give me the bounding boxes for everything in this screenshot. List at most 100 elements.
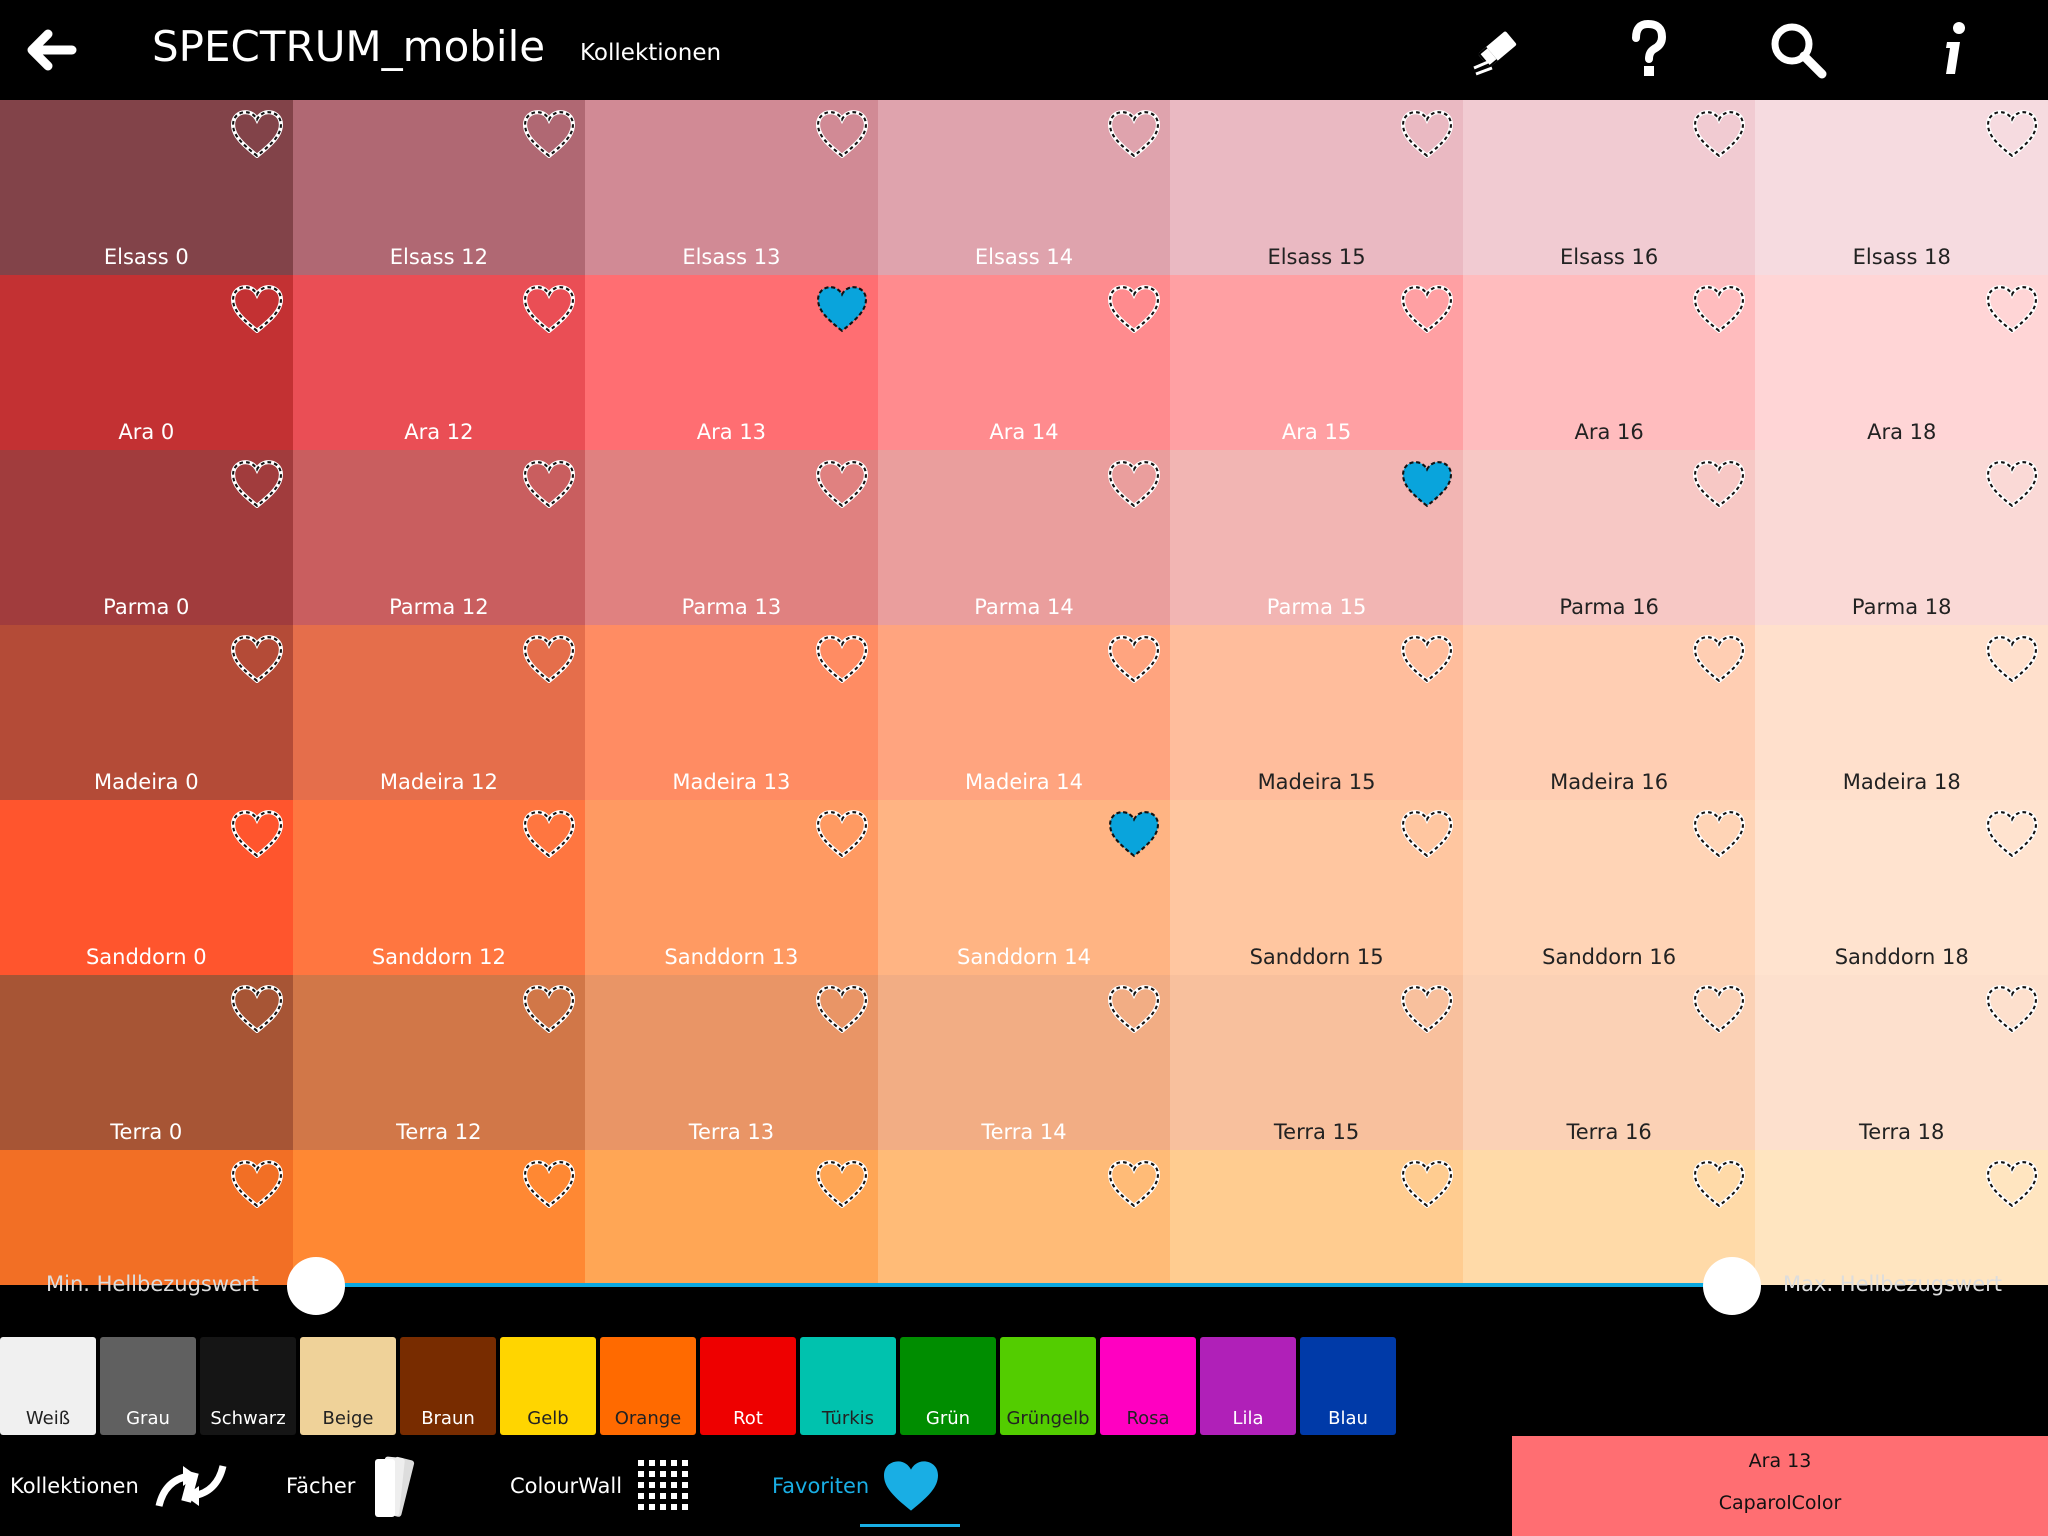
color-swatch[interactable]: Terra 16 [1462, 975, 1756, 1150]
slider-min-handle[interactable] [287, 1257, 345, 1315]
favorite-heart-outline-icon[interactable] [230, 635, 283, 683]
color-family-braun[interactable]: Braun [400, 1337, 496, 1435]
color-swatch[interactable]: Sanddorn 0 [0, 800, 293, 975]
favorite-heart-outline-icon[interactable] [523, 635, 576, 683]
favorite-heart-outline-icon[interactable] [1986, 460, 2038, 508]
color-swatch[interactable]: Elsass 16 [1462, 100, 1756, 275]
favorite-heart-outline-icon[interactable] [1693, 285, 1746, 333]
search-icon[interactable] [1766, 18, 1830, 82]
favorite-heart-outline-icon[interactable] [1693, 460, 1746, 508]
color-swatch[interactable]: Ara 15 [1170, 275, 1463, 450]
color-swatch[interactable]: Parma 18 [1755, 450, 2048, 625]
favorite-heart-outline-icon[interactable] [1693, 110, 1746, 158]
selected-color-panel[interactable]: Ara 13 CaparolColor [1512, 1436, 2048, 1536]
back-arrow-icon[interactable] [20, 20, 80, 80]
color-swatch[interactable]: Terra 0 [0, 975, 293, 1150]
color-swatch[interactable]: Sanddorn 15 [1170, 800, 1463, 975]
color-family-rot[interactable]: Rot [700, 1337, 796, 1435]
info-icon[interactable] [1922, 18, 1986, 82]
nav-kollektionen[interactable]: Kollektionen [10, 1436, 231, 1536]
help-icon[interactable] [1616, 18, 1680, 82]
color-swatch[interactable]: Terra 13 [585, 975, 878, 1150]
favorite-heart-outline-icon[interactable] [523, 460, 576, 508]
color-swatch[interactable]: Terra 12 [292, 975, 586, 1150]
color-swatch[interactable]: Ara 18 [1755, 275, 2048, 450]
slider-max-handle[interactable] [1703, 1257, 1761, 1315]
color-swatch[interactable]: Elsass 12 [292, 100, 586, 275]
favorite-heart-outline-icon[interactable] [1108, 1160, 1161, 1208]
color-swatch[interactable]: Madeira 16 [1462, 625, 1756, 800]
favorite-heart-outline-icon[interactable] [815, 985, 868, 1033]
favorite-heart-outline-icon[interactable] [1108, 985, 1161, 1033]
nav-colourwall[interactable]: ColourWall [510, 1436, 694, 1536]
nav-favoriten[interactable]: Favoriten [772, 1436, 941, 1536]
color-family-beige[interactable]: Beige [300, 1337, 396, 1435]
favorite-heart-outline-icon[interactable] [1693, 635, 1746, 683]
collections-link[interactable]: Kollektionen [580, 40, 721, 66]
color-family-gelb[interactable]: Gelb [500, 1337, 596, 1435]
color-swatch[interactable]: Sanddorn 13 [585, 800, 878, 975]
favorite-heart-outline-icon[interactable] [1400, 810, 1453, 858]
favorite-heart-filled-icon[interactable] [1108, 810, 1160, 858]
color-family-gr-ngelb[interactable]: Grüngelb [1000, 1337, 1096, 1435]
favorite-heart-outline-icon[interactable] [1108, 460, 1161, 508]
favorite-heart-outline-icon[interactable] [815, 110, 868, 158]
color-swatch[interactable]: Parma 13 [585, 450, 878, 625]
color-family-orange[interactable]: Orange [600, 1337, 696, 1435]
favorite-heart-outline-icon[interactable] [230, 110, 283, 158]
color-swatch[interactable]: Parma 16 [1462, 450, 1756, 625]
favorite-heart-outline-icon[interactable] [815, 1160, 868, 1208]
favorite-heart-outline-icon[interactable] [1400, 985, 1453, 1033]
color-swatch[interactable]: Terra 15 [1170, 975, 1463, 1150]
favorite-heart-outline-icon[interactable] [523, 285, 576, 333]
color-swatch[interactable]: Parma 0 [0, 450, 293, 625]
color-family-t-rkis[interactable]: Türkis [800, 1337, 896, 1435]
favorite-heart-outline-icon[interactable] [230, 1160, 283, 1208]
color-swatch[interactable]: Elsass 13 [585, 100, 878, 275]
favorite-heart-outline-icon[interactable] [523, 110, 576, 158]
favorite-heart-outline-icon[interactable] [1986, 810, 2038, 858]
favorite-heart-outline-icon[interactable] [1986, 285, 2038, 333]
color-swatch[interactable]: Terra 14 [877, 975, 1171, 1150]
color-swatch[interactable]: Madeira 18 [1755, 625, 2048, 800]
favorite-heart-outline-icon[interactable] [1693, 1160, 1746, 1208]
nav-faecher[interactable]: Fächer [286, 1436, 427, 1536]
favorite-heart-outline-icon[interactable] [1693, 810, 1746, 858]
favorite-heart-outline-icon[interactable] [230, 810, 283, 858]
color-swatch[interactable]: Sanddorn 18 [1755, 800, 2048, 975]
color-family-wei-[interactable]: Weiß [0, 1337, 96, 1435]
color-swatch[interactable]: Elsass 14 [877, 100, 1171, 275]
color-swatch[interactable]: Madeira 15 [1170, 625, 1463, 800]
color-swatch[interactable]: Elsass 15 [1170, 100, 1463, 275]
color-swatch[interactable]: Parma 12 [292, 450, 586, 625]
favorite-heart-outline-icon[interactable] [523, 985, 576, 1033]
favorite-heart-outline-icon[interactable] [230, 985, 283, 1033]
favorite-heart-outline-icon[interactable] [230, 460, 283, 508]
color-family-schwarz[interactable]: Schwarz [200, 1337, 296, 1435]
favorite-heart-outline-icon[interactable] [1400, 110, 1453, 158]
color-swatch[interactable]: Sanddorn 16 [1462, 800, 1756, 975]
color-swatch[interactable]: Ara 0 [0, 275, 293, 450]
favorite-heart-outline-icon[interactable] [1986, 985, 2038, 1033]
favorite-heart-outline-icon[interactable] [1986, 110, 2038, 158]
color-swatch[interactable]: Elsass 0 [0, 100, 293, 275]
favorite-heart-outline-icon[interactable] [815, 635, 868, 683]
color-swatch[interactable]: Ara 12 [292, 275, 586, 450]
favorite-heart-outline-icon[interactable] [1108, 285, 1161, 333]
favorite-heart-outline-icon[interactable] [1400, 285, 1453, 333]
favorite-heart-outline-icon[interactable] [1400, 1160, 1453, 1208]
favorite-heart-outline-icon[interactable] [815, 810, 868, 858]
favorite-heart-filled-icon[interactable] [1401, 460, 1453, 508]
color-family-gr-n[interactable]: Grün [900, 1337, 996, 1435]
favorite-heart-outline-icon[interactable] [1986, 1160, 2038, 1208]
color-swatch[interactable]: Madeira 14 [877, 625, 1171, 800]
favorite-heart-outline-icon[interactable] [815, 460, 868, 508]
favorite-heart-outline-icon[interactable] [1108, 110, 1161, 158]
favorite-heart-outline-icon[interactable] [1986, 635, 2038, 683]
color-swatch[interactable]: Parma 15 [1170, 450, 1463, 625]
color-swatch[interactable]: Madeira 12 [292, 625, 586, 800]
favorite-heart-filled-icon[interactable] [816, 285, 868, 333]
favorite-heart-outline-icon[interactable] [1400, 635, 1453, 683]
color-swatch[interactable]: Ara 14 [877, 275, 1171, 450]
favorite-heart-outline-icon[interactable] [523, 810, 576, 858]
